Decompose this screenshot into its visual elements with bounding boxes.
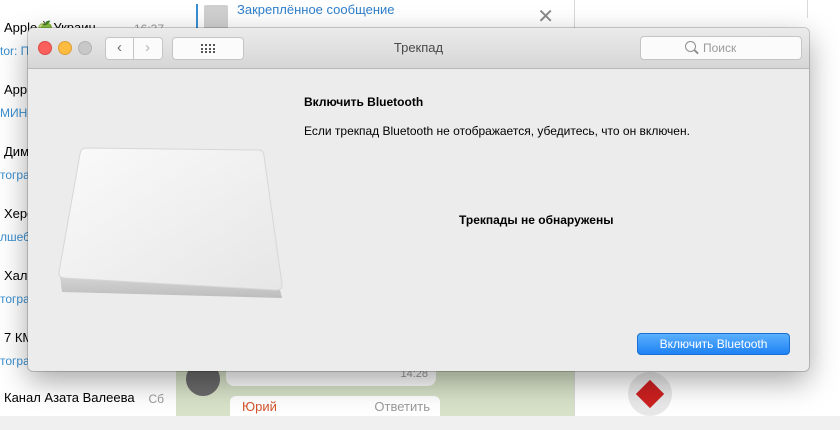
chat-preview: лшеб [0,230,31,244]
reply-author: Юрий [242,399,277,414]
search-field[interactable]: Поиск [640,36,802,60]
status-message: Трекпады не обнаружены [459,213,614,227]
title-bar: ‹ › Трекпад Поиск [28,28,809,69]
search-placeholder: Поиск [703,41,737,55]
section-title: Включить Bluetooth [304,95,424,109]
reply-button[interactable]: Ответить [374,399,430,414]
chat-name: Appl [4,82,31,97]
chat-preview: тогра [0,168,30,182]
enable-bluetooth-button[interactable]: Включить Bluetooth [637,333,790,355]
close-icon[interactable]: ✕ [537,4,554,29]
section-description: Если трекпад Bluetooth не отображается, … [304,124,690,138]
app-icon[interactable] [628,372,672,416]
chat-time: Сб [148,392,164,406]
chat-name: Хал [4,268,28,283]
chat-preview: тогра [0,354,30,368]
reply-bar: Юрий Ответить [230,396,440,416]
chat-name: Канал Азата Валеева [4,390,135,405]
search-icon [685,41,696,52]
pinned-accent-bar [196,4,198,30]
preferences-window: ‹ › Трекпад Поиск Включить Bluetooth Есл… [28,28,809,371]
trackpad-image [58,147,283,298]
chat-preview: тогра [0,292,30,306]
chat-name: Дим [4,144,30,159]
chat-preview: tor: П [0,44,30,58]
pinned-thumbnail [204,5,228,29]
pinned-title: Закреплённое сообщение [237,2,395,17]
chat-preview: МИН [0,106,28,120]
chat-item[interactable]: Канал Азата Валеева Сб [0,370,176,430]
